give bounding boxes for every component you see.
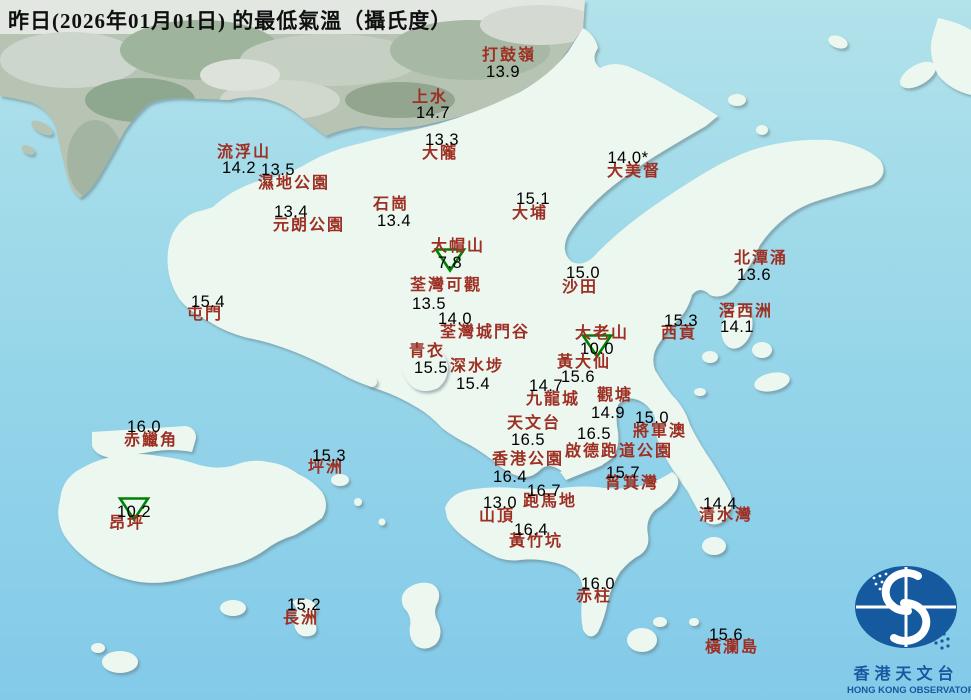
hko-logo-icon bbox=[855, 566, 957, 650]
station-value: 7.8 bbox=[437, 253, 463, 272]
station-value: 15.1 bbox=[515, 189, 551, 208]
station-name: 天文台 bbox=[506, 415, 562, 432]
stations-layer: 打鼓嶺 13.9 上水 14.7 大隴 13.3 流浮山 14.2 濕地公園 13.5 大美督 14.… bbox=[0, 0, 971, 700]
station-value: 15.6 bbox=[708, 625, 744, 644]
station-value: 15.6 bbox=[560, 367, 596, 386]
station-value: 14.1 bbox=[719, 317, 755, 336]
station-value: 16.0 bbox=[126, 417, 162, 436]
hko-logo-english-name: HONG KONG OBSERVATORY bbox=[847, 685, 971, 696]
station-value: 16.7 bbox=[526, 481, 562, 500]
station-name: 北潭涌 bbox=[733, 250, 789, 267]
station-name: 打鼓嶺 bbox=[481, 47, 537, 64]
station-value: 13.6 bbox=[736, 265, 772, 284]
station-value: 10.2 bbox=[116, 502, 152, 521]
station-value: 15.4 bbox=[190, 292, 226, 311]
station-value: 13.0 bbox=[482, 493, 518, 512]
station-value: 15.0 bbox=[565, 263, 601, 282]
station-value: 16.0 bbox=[580, 574, 616, 593]
station-value: 13.4 bbox=[273, 202, 309, 221]
station-value: 14.4 bbox=[702, 494, 738, 513]
station-value: 15.3 bbox=[663, 311, 699, 330]
station-name: 香港公園 bbox=[491, 451, 565, 468]
station-name: 觀塘 bbox=[596, 387, 634, 404]
station-value: 15.3 bbox=[311, 446, 347, 465]
station-value: 13.4 bbox=[376, 211, 412, 230]
station-name: 荃灣可觀 bbox=[409, 277, 483, 294]
station-name: 石崗 bbox=[372, 196, 410, 213]
hk-min-temperature-map: 昨日(2026年01月01日) 的最低氣溫（攝氏度） 打鼓嶺 13.9 上水 14.7… bbox=[0, 0, 971, 700]
station-name: 青衣 bbox=[408, 343, 446, 360]
station-value: 13.9 bbox=[485, 62, 521, 81]
station-value: 14.0* bbox=[607, 148, 649, 167]
station-name: 沙田 bbox=[561, 279, 599, 296]
station-value: 13.5 bbox=[260, 160, 296, 179]
station-name: 大帽山 bbox=[430, 238, 486, 255]
station-value: 15.4 bbox=[455, 374, 491, 393]
station-value: 16.4 bbox=[513, 520, 549, 539]
station-value: 13.3 bbox=[424, 130, 460, 149]
station-name: 大埔 bbox=[511, 205, 549, 222]
hko-logo-chinese-name: 香港天文台 bbox=[853, 666, 959, 683]
station-value: 15.7 bbox=[605, 463, 641, 482]
station-value: 15.5 bbox=[413, 358, 449, 377]
station-value: 16.5 bbox=[576, 424, 612, 443]
station-value: 14.7 bbox=[415, 103, 451, 122]
station-value: 14.0 bbox=[437, 309, 473, 328]
station-value: 15.0 bbox=[634, 408, 670, 427]
station-name: 深水埗 bbox=[449, 358, 505, 375]
station-value: 15.2 bbox=[286, 595, 322, 614]
station-value: 14.9 bbox=[590, 403, 626, 422]
station-value: 14.7 bbox=[528, 376, 564, 395]
station-name: 啟德跑道公園 bbox=[564, 443, 674, 460]
hko-logo: 香港天文台 HONG KONG OBSERVATORY bbox=[847, 564, 971, 696]
station-value: 16.4 bbox=[492, 467, 528, 486]
station-value: 14.2 bbox=[221, 158, 257, 177]
map-title: 昨日(2026年01月01日) 的最低氣溫（攝氏度） bbox=[8, 9, 453, 33]
station-value: 16.5 bbox=[510, 430, 546, 449]
